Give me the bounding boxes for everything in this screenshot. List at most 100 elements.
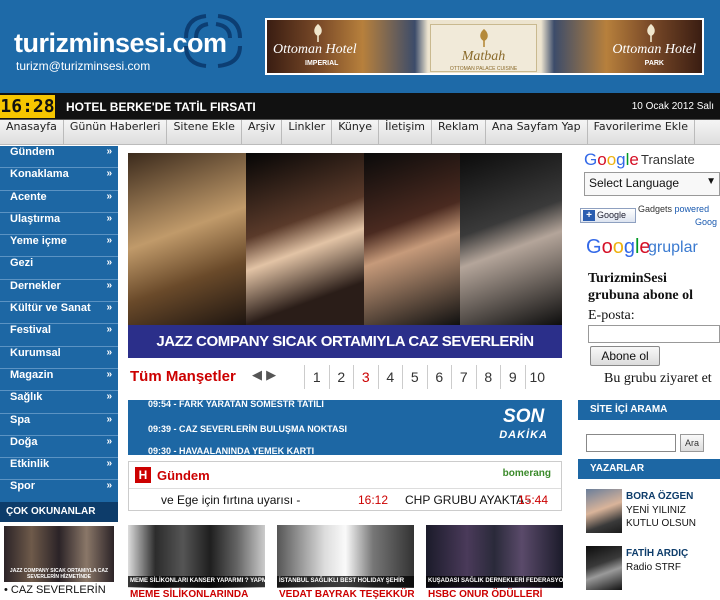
category-label: Sağlık — [10, 391, 43, 404]
category-item-spa[interactable]: Spa » — [0, 413, 118, 436]
category-item-yeme-icme[interactable]: Yeme içme » — [0, 235, 118, 258]
category-item-kurumsal[interactable]: Kurumsal » — [0, 346, 118, 369]
category-item-magazin[interactable]: Magazin » — [0, 368, 118, 392]
author-name[interactable]: BORA ÖZGEN — [626, 491, 693, 502]
double-chevron-right-icon: » — [106, 257, 112, 269]
news-thumbnail-title[interactable]: MEME SİLİKONLARINDA — [130, 589, 248, 600]
group-subscribe-title: TurizminSesi grubuna abone ol — [588, 270, 693, 304]
nav-item-kunye[interactable]: Künye — [332, 120, 380, 145]
banner-left-hotel-name: Ottoman Hotel — [273, 42, 357, 57]
news-thumbnail-caption: KUŞADASI SAĞLIK DERNEKLERİ FEDERASYONU Ö… — [426, 576, 563, 587]
page-6-link[interactable]: 6 — [426, 365, 452, 389]
page-8-link[interactable]: 8 — [475, 365, 501, 389]
partner-logo[interactable]: bomerang — [503, 468, 551, 479]
nav-item-sitene-ekle[interactable]: Sitene Ekle — [167, 120, 242, 145]
email-label: E-posta: — [588, 308, 635, 323]
category-label: Magazin — [10, 368, 54, 381]
most-read-item[interactable]: • CAZ SEVERLERİN — [4, 584, 106, 596]
nav-item-linkler[interactable]: Linkler — [282, 120, 333, 145]
nav-item-reklam[interactable]: Reklam — [432, 120, 486, 145]
visit-group-link[interactable]: Bu grubu ziyaret et — [604, 371, 712, 387]
site-email[interactable]: turizm@turizminsesi.com — [16, 59, 150, 73]
page-numbers: 1 2 3 4 5 6 7 8 9 10 — [304, 365, 549, 389]
all-headlines-link[interactable]: Tüm Manşetler — [130, 368, 236, 385]
author-article[interactable]: Radio STRF — [626, 561, 681, 574]
add-to-google-button[interactable]: + Google — [580, 208, 636, 223]
page-10-link[interactable]: 10 — [524, 365, 550, 389]
category-item-ulastirma[interactable]: Ulaştırma » — [0, 212, 118, 236]
ticker-headline[interactable]: HOTEL BERKE'DE TATİL FIRSATI — [66, 100, 256, 114]
nav-item-anasayfa[interactable]: Anasayfa — [0, 120, 64, 145]
news-thumbnail[interactable]: MEME SİLİKONLARI KANSER YAPARMI ? YAPMAZ… — [128, 525, 265, 600]
category-item-dernekler[interactable]: Dernekler » — [0, 279, 118, 303]
page-7-link[interactable]: 7 — [451, 365, 476, 389]
nav-item-favorilerime-ekle[interactable]: Favorilerime Ekle — [588, 120, 695, 145]
agenda-news-item[interactable]: ve Ege için fırtına uyarısı - — [161, 493, 300, 507]
most-read-image-caption: JAZZ COMPANY SICAK ORTAMIYLA CAZ SEVERLE… — [9, 568, 109, 580]
language-select[interactable]: Select Language ▼ — [584, 172, 720, 196]
category-item-etkinlik[interactable]: Etkinlik » — [0, 458, 118, 481]
news-thumbnail[interactable]: KUŞADASI SAĞLIK DERNEKLERİ FEDERASYONU Ö… — [426, 525, 563, 600]
nav-item-ana-sayfam-yap[interactable]: Ana Sayfam Yap — [486, 120, 588, 145]
search-button[interactable]: Ara — [680, 434, 704, 452]
category-item-kultur-ve-sanat[interactable]: Kültür ve Sanat » — [0, 302, 118, 325]
author-photo — [586, 546, 622, 590]
category-label: Kurumsal — [10, 346, 61, 359]
category-item-doga[interactable]: Doğa » — [0, 435, 118, 459]
agenda-title: Gündem — [157, 468, 210, 483]
nav-item-arsiv[interactable]: Arşiv — [242, 120, 283, 145]
double-chevron-right-icon: » — [106, 346, 112, 358]
breaking-news-item[interactable]: 09:54 - FARK YARATAN SOMESTR TATİLİ — [148, 400, 324, 409]
search-input[interactable] — [586, 434, 676, 452]
powered-link[interactable]: powered — [675, 204, 710, 214]
banner-center-panel: Matbah OTTOMAN PALACE CUISINE — [430, 24, 537, 72]
hero-photo-singer-4 — [460, 153, 562, 325]
news-thumbnail-title[interactable]: HSBC ONUR ÖDÜLLERİ — [428, 589, 542, 600]
page-9-link[interactable]: 9 — [500, 365, 525, 389]
category-item-saglik[interactable]: Sağlık » — [0, 391, 118, 414]
author-article[interactable]: YENİ YILINIZ KUTLU OLSUN — [626, 504, 696, 530]
category-label: Yeme içme — [10, 235, 67, 248]
category-item-gezi[interactable]: Gezi » — [0, 257, 118, 280]
page-2-link[interactable]: 2 — [328, 365, 354, 389]
news-thumbnail-caption: MEME SİLİKONLARI KANSER YAPARMI ? YAPMAZ… — [128, 576, 265, 587]
headline-slider[interactable]: JAZZ COMPANY SICAK ORTAMIYLA CAZ SEVERLE… — [128, 153, 562, 358]
agenda-news-time: 15:44 — [518, 493, 549, 507]
headline-pager: Tüm Manşetler ◀ ▶ 1 2 3 4 5 6 7 8 9 10 — [128, 362, 562, 392]
email-field[interactable] — [588, 325, 720, 343]
author-photo — [586, 489, 622, 533]
page-3-link[interactable]: 3 — [353, 365, 378, 389]
news-thumbnail[interactable]: İSTANBUL SAĞLIKLI BEST HOLIDAY ŞEHİR VED… — [277, 525, 414, 600]
agenda-news-item[interactable]: CHP GRUBU AYAKTA - — [405, 493, 531, 507]
page-1-link[interactable]: 1 — [304, 365, 329, 389]
category-item-festival[interactable]: Festival » — [0, 324, 118, 347]
category-item-konaklama[interactable]: Konaklama » — [0, 168, 118, 191]
nav-item-iletisim[interactable]: İletişim — [379, 120, 433, 145]
breaking-news-item[interactable]: 09:39 - CAZ SEVERLERİN BULUŞMA NOKTASI — [148, 424, 347, 434]
page-4-link[interactable]: 4 — [377, 365, 403, 389]
site-header: turizminsesi.com turizm@turizminsesi.com… — [0, 0, 720, 93]
prev-next-arrows-icon[interactable]: ◀ ▶ — [252, 368, 276, 383]
google-link[interactable]: Goog — [695, 217, 717, 227]
headline-title[interactable]: JAZZ COMPANY SICAK ORTAMIYLA CAZ SEVERLE… — [128, 325, 562, 358]
category-item-gundem[interactable]: Gündem » — [0, 146, 118, 169]
subscribe-button[interactable]: Abone ol — [590, 346, 660, 366]
banner-right-hotel-sub: PARK — [644, 60, 664, 67]
category-label: Festival — [10, 324, 51, 337]
hotel-banner-ad[interactable]: Ottoman Hotel IMPERIAL Matbah OTTOMAN PA… — [265, 18, 704, 75]
news-thumbnail-title[interactable]: VEDAT BAYRAK TEŞEKKÜR — [279, 589, 414, 600]
nav-item-gunun-haberleri[interactable]: Günün Haberleri — [64, 120, 168, 145]
double-chevron-right-icon: » — [106, 480, 112, 492]
author-item[interactable]: FATİH ARDIÇ Radio STRF — [586, 546, 720, 592]
plus-icon: + — [583, 210, 595, 221]
category-item-spor[interactable]: Spor » — [0, 480, 118, 503]
breaking-news-item[interactable]: 09:30 - HAVAALANINDA YEMEK KARTI — [148, 446, 314, 455]
most-read-image[interactable]: JAZZ COMPANY SICAK ORTAMIYLA CAZ SEVERLE… — [4, 526, 114, 582]
double-chevron-right-icon: » — [106, 391, 112, 403]
category-item-acente[interactable]: Acente » — [0, 190, 118, 213]
author-item[interactable]: BORA ÖZGEN YENİ YILINIZ KUTLU OLSUN — [586, 489, 720, 535]
author-name[interactable]: FATİH ARDIÇ — [626, 548, 688, 559]
banner-center-sub: OTTOMAN PALACE CUISINE — [449, 66, 518, 72]
main-nav: Anasayfa Günün Haberleri Sitene Ekle Arş… — [0, 120, 720, 145]
page-5-link[interactable]: 5 — [402, 365, 427, 389]
